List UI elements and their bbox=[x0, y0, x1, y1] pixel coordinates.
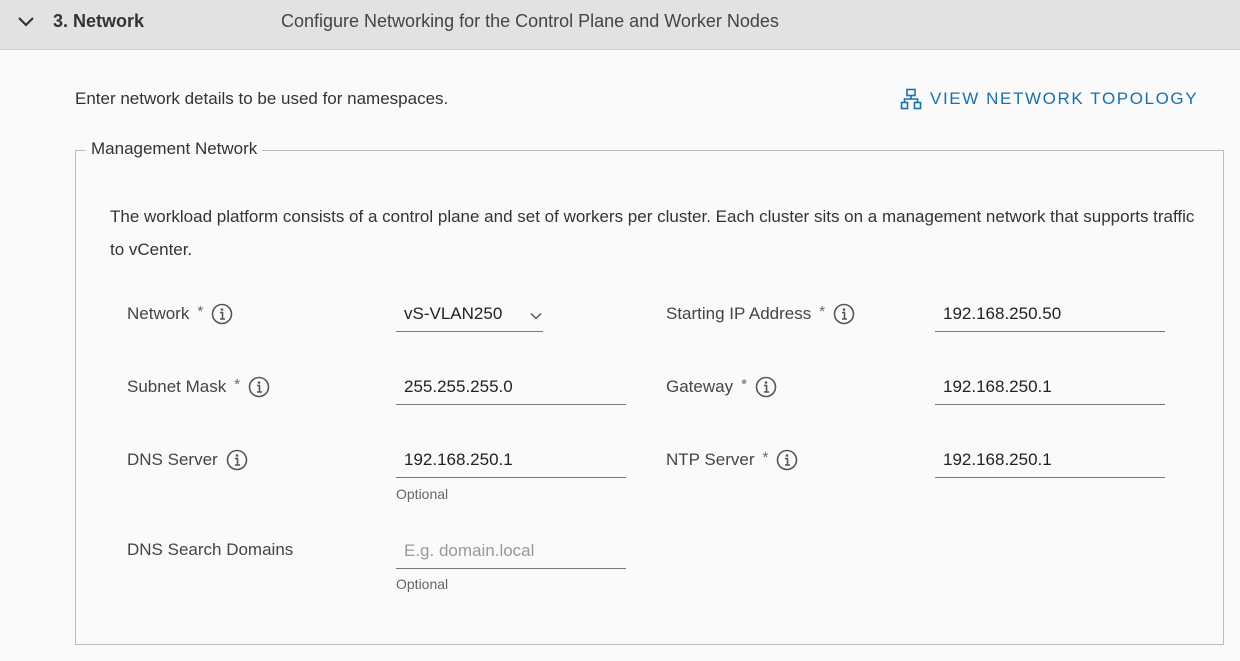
gateway-field-label: Gateway * bbox=[666, 376, 777, 398]
subnet-mask-label-text: Subnet Mask bbox=[127, 377, 227, 396]
dns-server-label-text: DNS Server bbox=[127, 450, 218, 469]
info-icon[interactable] bbox=[248, 376, 270, 398]
dns-server-input[interactable]: 192.168.250.1 bbox=[396, 444, 626, 478]
network-topology-icon bbox=[900, 88, 922, 110]
dns-search-domains-input[interactable]: E.g. domain.local bbox=[396, 535, 626, 569]
subnet-mask-field-label: Subnet Mask * bbox=[127, 376, 270, 398]
view-network-topology-link[interactable]: VIEW NETWORK TOPOLOGY bbox=[900, 88, 1198, 110]
required-marker: * bbox=[197, 302, 204, 320]
intro-text: Enter network details to be used for nam… bbox=[75, 89, 449, 108]
network-label-text: Network bbox=[127, 304, 190, 323]
step-header[interactable]: 3. Network Configure Networking for the … bbox=[0, 0, 1240, 50]
required-marker: * bbox=[234, 375, 241, 393]
ntp-server-field-label: NTP Server * bbox=[666, 449, 798, 471]
network-select-value: vS-VLAN250 bbox=[404, 304, 503, 323]
management-network-legend: Management Network bbox=[86, 139, 263, 159]
ntp-server-input[interactable]: 192.168.250.1 bbox=[935, 444, 1165, 478]
dns-search-domains-placeholder: E.g. domain.local bbox=[404, 541, 535, 560]
info-icon[interactable] bbox=[755, 376, 777, 398]
info-icon[interactable] bbox=[226, 449, 248, 471]
starting-ip-label-text: Starting IP Address bbox=[666, 304, 812, 323]
required-marker: * bbox=[741, 375, 747, 393]
ntp-server-label-text: NTP Server bbox=[666, 450, 755, 469]
info-icon[interactable] bbox=[833, 303, 855, 325]
subnet-mask-input[interactable]: 255.255.255.0 bbox=[396, 371, 626, 405]
dns-search-domains-label-text: DNS Search Domains bbox=[127, 540, 294, 559]
chevron-down-icon[interactable] bbox=[16, 12, 36, 32]
info-icon[interactable] bbox=[211, 303, 233, 325]
step-description: Configure Networking for the Control Pla… bbox=[281, 11, 779, 31]
network-select[interactable]: vS-VLAN250 bbox=[396, 298, 543, 332]
dns-server-helper-text: Optional bbox=[396, 486, 449, 502]
starting-ip-field-label: Starting IP Address * bbox=[666, 303, 855, 325]
starting-ip-input[interactable]: 192.168.250.50 bbox=[935, 298, 1165, 332]
view-network-topology-label: VIEW NETWORK TOPOLOGY bbox=[930, 89, 1199, 108]
required-marker: * bbox=[819, 302, 826, 320]
dns-search-domains-field-label: DNS Search Domains bbox=[127, 540, 293, 560]
required-marker: * bbox=[762, 448, 769, 466]
dns-server-field-label: DNS Server bbox=[127, 449, 248, 471]
management-network-description: The workload platform consists of a cont… bbox=[110, 207, 1195, 259]
dns-search-domains-helper-text: Optional bbox=[396, 576, 449, 592]
step-title: 3. Network bbox=[53, 11, 145, 31]
gateway-label-text: Gateway bbox=[666, 377, 734, 396]
chevron-down-icon bbox=[530, 312, 542, 320]
info-icon[interactable] bbox=[776, 449, 798, 471]
gateway-input[interactable]: 192.168.250.1 bbox=[935, 371, 1165, 405]
network-field-label: Network * bbox=[127, 303, 233, 325]
